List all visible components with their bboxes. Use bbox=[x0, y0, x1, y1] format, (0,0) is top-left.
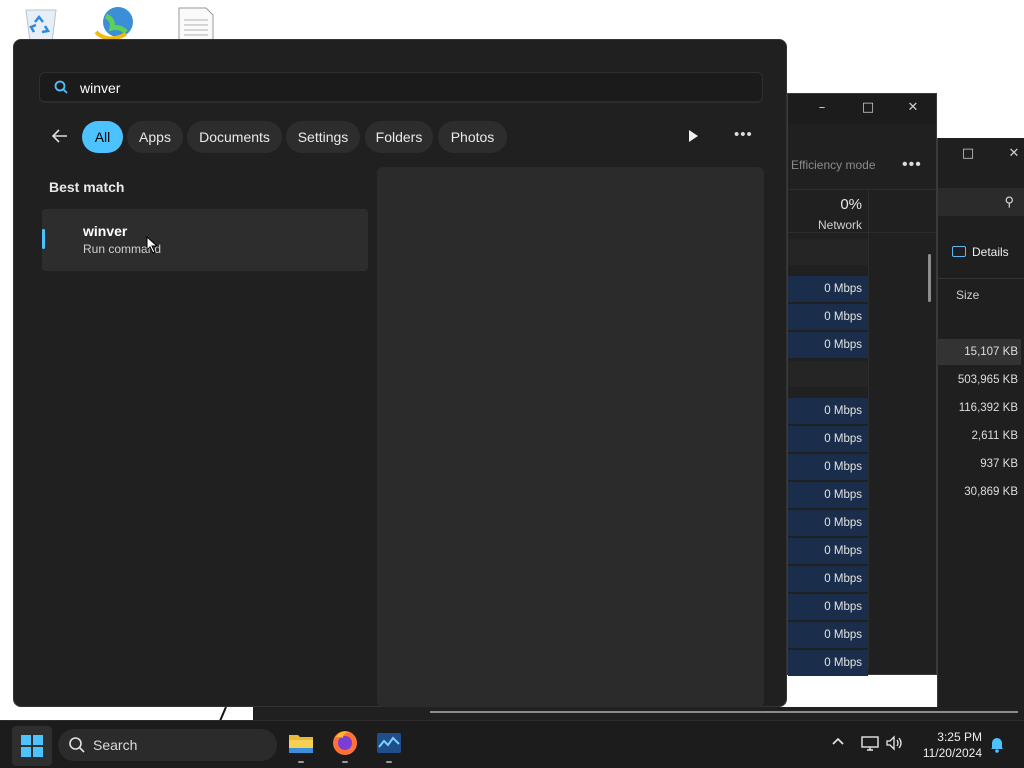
network-cell: 0 Mbps bbox=[788, 304, 868, 330]
vertical-scrollbar[interactable] bbox=[928, 254, 931, 302]
maximize-button[interactable]: □ bbox=[860, 100, 876, 116]
recycle-bin-icon[interactable] bbox=[18, 6, 64, 42]
taskbar: Search 3:25 PM 11/20/2024 bbox=[0, 720, 1024, 768]
filter-photos[interactable]: Photos bbox=[438, 121, 507, 153]
more-icon[interactable]: ••• bbox=[734, 126, 753, 143]
network-cell: 0 Mbps bbox=[788, 426, 868, 452]
search-input[interactable] bbox=[80, 79, 680, 97]
result-name: winver bbox=[83, 223, 128, 239]
running-indicator bbox=[298, 761, 304, 763]
group-row bbox=[788, 361, 868, 387]
network-cell: 0 Mbps bbox=[788, 538, 868, 564]
search-box[interactable] bbox=[39, 72, 763, 103]
filter-all[interactable]: All bbox=[82, 121, 123, 153]
network-cell: 0 Mbps bbox=[788, 398, 868, 424]
globe-download-icon[interactable] bbox=[92, 6, 138, 42]
chevron-up-icon[interactable] bbox=[828, 735, 848, 755]
background-stroke bbox=[219, 707, 227, 721]
notification-bell-icon[interactable] bbox=[987, 735, 1007, 755]
network-column-header[interactable] bbox=[788, 189, 936, 233]
selection-indicator bbox=[42, 229, 45, 249]
maximize-button[interactable]: □ bbox=[960, 146, 976, 162]
network-cell: 0 Mbps bbox=[788, 276, 868, 302]
network-cell: 0 Mbps bbox=[788, 510, 868, 536]
back-arrow-icon[interactable] bbox=[50, 126, 70, 146]
network-percent: 0% bbox=[840, 196, 862, 213]
text-document-icon[interactable] bbox=[176, 6, 222, 42]
file-explorer-icon[interactable] bbox=[287, 729, 315, 757]
horizontal-scrollbar[interactable] bbox=[430, 711, 1018, 713]
running-indicator bbox=[342, 761, 348, 763]
more-icon[interactable]: ••• bbox=[902, 156, 922, 174]
task-manager-window: – □ ✕ Efficiency mode ••• 0% Network 0 M… bbox=[787, 93, 937, 676]
details-label: Details bbox=[972, 245, 1009, 259]
best-match-result[interactable]: winver Run command bbox=[42, 209, 368, 271]
network-cell: 0 Mbps bbox=[788, 594, 868, 620]
column-divider bbox=[868, 189, 869, 669]
network-cell: 0 Mbps bbox=[788, 622, 868, 648]
clock-time: 3:25 PM bbox=[937, 730, 982, 744]
search-icon bbox=[54, 80, 68, 94]
running-indicator bbox=[386, 761, 392, 763]
size-cell: 2,611 KB bbox=[971, 430, 1018, 442]
taskbar-search-label: Search bbox=[93, 737, 138, 753]
details-window: □ ✕ ⚲ Details Size 15,107 KB 503,965 KB … bbox=[937, 138, 1024, 718]
mouse-cursor-icon bbox=[146, 236, 159, 254]
size-cell: 937 KB bbox=[980, 458, 1018, 470]
filter-settings[interactable]: Settings bbox=[286, 121, 360, 153]
header-divider bbox=[938, 278, 1024, 279]
close-button[interactable]: ✕ bbox=[1006, 146, 1022, 162]
filter-documents[interactable]: Documents bbox=[187, 121, 282, 153]
search-icon bbox=[69, 737, 85, 753]
desktop-label-fragment bbox=[6, 62, 12, 74]
network-cell: 0 Mbps bbox=[788, 332, 868, 358]
network-label: Network bbox=[817, 218, 862, 232]
firefox-icon[interactable] bbox=[331, 729, 359, 757]
best-match-heading: Best match bbox=[49, 179, 125, 195]
efficiency-mode-button[interactable]: Efficiency mode bbox=[791, 158, 876, 172]
network-cell: 0 Mbps bbox=[788, 650, 868, 676]
network-cell: 0 Mbps bbox=[788, 454, 868, 480]
volume-icon[interactable] bbox=[884, 735, 904, 755]
window-bottom-strip bbox=[253, 707, 1024, 721]
network-cell: 0 Mbps bbox=[788, 482, 868, 508]
preview-pane bbox=[377, 167, 764, 707]
task-manager-icon[interactable] bbox=[375, 729, 403, 757]
filter-folders[interactable]: Folders bbox=[365, 121, 433, 153]
size-column-header[interactable]: Size bbox=[956, 288, 979, 302]
run-command-icon bbox=[56, 224, 84, 254]
details-icon bbox=[952, 246, 966, 257]
size-cell: 116,392 KB bbox=[958, 402, 1018, 414]
network-cell: 0 Mbps bbox=[788, 566, 868, 592]
windows-start-icon bbox=[21, 735, 43, 757]
search-icon[interactable]: ⚲ bbox=[1004, 194, 1014, 210]
minimize-button[interactable]: – bbox=[814, 100, 830, 116]
start-button[interactable] bbox=[12, 726, 52, 766]
task-manager-titlebar: – □ ✕ bbox=[788, 94, 936, 124]
details-button[interactable]: Details bbox=[952, 245, 1009, 259]
filter-apps[interactable]: Apps bbox=[127, 121, 183, 153]
play-icon[interactable] bbox=[683, 126, 703, 146]
taskbar-search[interactable]: Search bbox=[58, 729, 277, 761]
group-row bbox=[788, 239, 868, 265]
size-cell: 503,965 KB bbox=[957, 374, 1018, 386]
clock-date: 11/20/2024 bbox=[922, 746, 982, 760]
taskbar-clock[interactable]: 3:25 PM 11/20/2024 bbox=[912, 729, 982, 761]
size-cell: 30,869 KB bbox=[964, 486, 1018, 498]
size-cell: 15,107 KB bbox=[937, 339, 1021, 365]
start-search-panel: All Apps Documents Settings Folders Phot… bbox=[13, 39, 787, 707]
close-button[interactable]: ✕ bbox=[905, 100, 921, 116]
network-icon[interactable] bbox=[860, 735, 880, 755]
